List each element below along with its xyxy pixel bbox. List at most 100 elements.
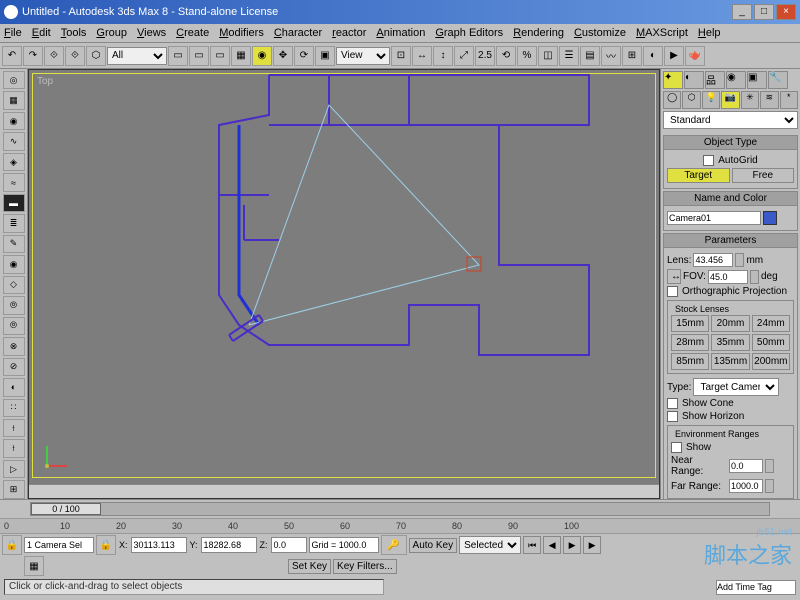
menu-maxscript[interactable]: MAXScript xyxy=(636,27,688,39)
showhorizon-checkbox[interactable] xyxy=(667,411,678,422)
ortho-checkbox[interactable] xyxy=(667,286,678,297)
lock-icon[interactable]: 🔒 xyxy=(2,535,22,555)
autogrid-checkbox[interactable] xyxy=(703,155,714,166)
viewport[interactable]: Top xyxy=(28,69,660,499)
free-button[interactable]: Free xyxy=(732,168,795,183)
menu-graph editors[interactable]: Graph Editors xyxy=(435,27,503,39)
camera-type-dropdown[interactable]: Target Camera xyxy=(693,378,779,396)
softbody-icon[interactable]: ◉ xyxy=(3,112,25,130)
layers-icon[interactable]: ▤ xyxy=(580,46,600,66)
motion-tab[interactable]: ◉ xyxy=(726,71,746,89)
selection-lock-icon[interactable]: 🔒 xyxy=(96,535,116,555)
far-field[interactable] xyxy=(729,479,763,493)
angle-snap-icon[interactable]: ⟲ xyxy=(496,46,516,66)
restrict-y-icon[interactable]: ↕ xyxy=(433,46,453,66)
object-name-field[interactable] xyxy=(667,211,761,225)
ragdoll-icon[interactable]: ⊘ xyxy=(3,358,25,376)
stock-lens-20mm[interactable]: 20mm xyxy=(711,315,749,332)
viewport-scrollbar[interactable] xyxy=(29,484,659,498)
schematic-icon[interactable]: ⊞ xyxy=(622,46,642,66)
fracture-icon[interactable]: ✎ xyxy=(3,235,25,253)
cameras-icon[interactable]: 📷 xyxy=(721,91,739,109)
select-icon[interactable]: ▭ xyxy=(168,46,188,66)
stock-lens-200mm[interactable]: 200mm xyxy=(752,353,790,370)
center-icon[interactable]: ⊡ xyxy=(391,46,411,66)
point-icon[interactable]: ∷ xyxy=(3,399,25,417)
utilities-tab[interactable]: 🔧 xyxy=(768,71,788,89)
menu-tools[interactable]: Tools xyxy=(61,27,87,39)
stock-lens-50mm[interactable]: 50mm xyxy=(752,334,790,351)
motor-icon[interactable]: ◉ xyxy=(3,255,25,273)
setkey-button[interactable]: Set Key xyxy=(288,559,331,574)
menu-animation[interactable]: Animation xyxy=(376,27,425,39)
select-name-icon[interactable]: ▭ xyxy=(189,46,209,66)
geometry-icon[interactable]: ◯ xyxy=(663,91,681,109)
deform-icon[interactable]: ◈ xyxy=(3,153,25,171)
menu-edit[interactable]: Edit xyxy=(32,27,51,39)
rotate-icon[interactable]: ⟳ xyxy=(294,46,314,66)
fov-spinner[interactable] xyxy=(750,270,759,284)
play-icon[interactable]: ▶ xyxy=(563,536,581,554)
near-field[interactable] xyxy=(729,459,763,473)
autokey-button[interactable]: Auto Key xyxy=(409,538,458,553)
stock-lens-28mm[interactable]: 28mm xyxy=(671,334,709,351)
stock-lens-85mm[interactable]: 85mm xyxy=(671,353,709,370)
y-field[interactable] xyxy=(201,537,257,553)
plane-icon[interactable]: ◇ xyxy=(3,276,25,294)
restrict-x-icon[interactable]: ↔ xyxy=(412,46,432,66)
lens-spinner[interactable] xyxy=(735,253,744,267)
link-icon[interactable]: ⟐ xyxy=(44,46,64,66)
time-slider[interactable]: 0 / 100 xyxy=(0,500,800,518)
display-tab[interactable]: ▣ xyxy=(747,71,767,89)
scale-icon[interactable]: ▣ xyxy=(315,46,335,66)
far-spinner[interactable] xyxy=(765,479,774,493)
render-scene-icon[interactable]: ▶ xyxy=(664,46,684,66)
target-button[interactable]: Target xyxy=(667,168,730,183)
menu-rendering[interactable]: Rendering xyxy=(513,27,564,39)
move-icon[interactable]: ✥ xyxy=(273,46,293,66)
spring-icon[interactable]: ⦾ xyxy=(3,296,25,314)
dashpot-icon[interactable]: ⦾ xyxy=(3,317,25,335)
bind-icon[interactable]: ⬡ xyxy=(86,46,106,66)
key-icon[interactable]: 🔑 xyxy=(381,535,407,555)
menu-character[interactable]: Character xyxy=(274,27,322,39)
toy-car-icon[interactable]: ≣ xyxy=(3,214,25,232)
wind-icon[interactable]: ▬ xyxy=(3,194,25,212)
window-crossing-icon[interactable]: ▦ xyxy=(231,46,251,66)
show-env-checkbox[interactable] xyxy=(671,442,682,453)
percent-snap-icon[interactable]: % xyxy=(517,46,537,66)
next-frame-icon[interactable]: ▶ xyxy=(583,536,601,554)
parameters-rollout[interactable]: Parameters xyxy=(663,233,798,248)
keymode-dropdown[interactable]: Selected xyxy=(459,536,521,554)
close-button[interactable]: × xyxy=(776,4,796,20)
quick-render-icon[interactable]: 🫖 xyxy=(685,46,705,66)
menu-group[interactable]: Group xyxy=(96,27,127,39)
prev-frame-icon[interactable]: ◀ xyxy=(543,536,561,554)
prompt-icon[interactable]: ▦ xyxy=(24,556,44,576)
align-icon[interactable]: ☰ xyxy=(559,46,579,66)
rope-icon[interactable]: ∿ xyxy=(3,132,25,150)
mirror-icon[interactable]: ◫ xyxy=(538,46,558,66)
time-thumb[interactable]: 0 / 100 xyxy=(31,503,101,515)
object-type-rollout[interactable]: Object Type xyxy=(663,135,798,150)
menu-create[interactable]: Create xyxy=(176,27,209,39)
hinge-icon[interactable]: ◐ xyxy=(3,378,25,396)
fov-field[interactable] xyxy=(708,270,748,284)
carwheel-icon[interactable]: ⟊ xyxy=(3,439,25,457)
lights-icon[interactable]: 💡 xyxy=(702,91,720,109)
menu-customize[interactable]: Customize xyxy=(574,27,626,39)
lens-field[interactable] xyxy=(693,253,733,267)
menu-file[interactable]: File xyxy=(4,27,22,39)
hierarchy-tab[interactable]: 品 xyxy=(705,71,725,89)
modify-tab[interactable]: ◐ xyxy=(684,71,704,89)
stock-lens-15mm[interactable]: 15mm xyxy=(671,315,709,332)
spacewarps-icon[interactable]: ≋ xyxy=(760,91,778,109)
stock-lens-24mm[interactable]: 24mm xyxy=(752,315,790,332)
name-color-rollout[interactable]: Name and Color xyxy=(663,191,798,206)
curve-editor-icon[interactable]: 〰 xyxy=(601,46,621,66)
minimize-button[interactable]: _ xyxy=(732,4,752,20)
menu-reactor[interactable]: reactor xyxy=(332,27,366,39)
time-ruler[interactable]: 0102030405060708090100 xyxy=(0,518,800,534)
material-icon[interactable]: ◐ xyxy=(643,46,663,66)
selection-set-dropdown[interactable]: All xyxy=(107,47,167,65)
